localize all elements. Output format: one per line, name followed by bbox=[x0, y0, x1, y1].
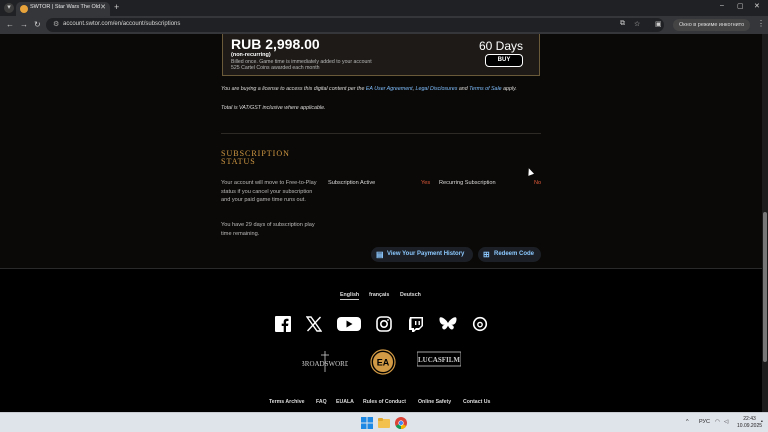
new-tab-button[interactable]: + bbox=[114, 2, 119, 12]
language-english[interactable]: English bbox=[340, 292, 360, 300]
x-icon[interactable] bbox=[306, 316, 322, 332]
url-text: account.swtor.com/en/account/subscriptio… bbox=[63, 21, 181, 27]
input-language[interactable]: РУС bbox=[699, 419, 710, 425]
instagram-icon[interactable] bbox=[376, 316, 392, 332]
translate-icon[interactable]: ⧉ bbox=[620, 20, 625, 28]
chrome-icon[interactable] bbox=[395, 417, 407, 429]
view-payment-history-button[interactable]: ▤ View Your Payment History bbox=[371, 247, 473, 262]
window-close-icon[interactable]: ✕ bbox=[754, 2, 760, 10]
browser-tab[interactable]: SWTOR | Star Wars The Old Re ✕ bbox=[16, 2, 110, 16]
footer-link-euala[interactable]: EUALA bbox=[336, 399, 354, 405]
lucasfilm-logo-text: LUCASFILM bbox=[418, 356, 460, 364]
windows-start-icon[interactable] bbox=[361, 417, 373, 429]
clock-time: 22:43 bbox=[743, 416, 756, 422]
url-field[interactable]: ⚙ account.swtor.com/en/account/subscript… bbox=[46, 18, 664, 32]
scrollbar-thumb[interactable] bbox=[763, 212, 767, 362]
file-explorer-icon[interactable] bbox=[378, 417, 390, 429]
twitch-icon[interactable] bbox=[408, 316, 424, 332]
mouse-cursor bbox=[525, 167, 535, 176]
clock-date: 10.09.2025 bbox=[737, 423, 763, 429]
subscription-active-label: Subscription Active bbox=[328, 180, 376, 186]
ea-logo-text: EA bbox=[377, 358, 390, 368]
swtor-favicon-icon bbox=[20, 5, 28, 13]
license-notice: You are buying a license to access this … bbox=[221, 86, 541, 93]
tab-title: SWTOR | Star Wars The Old Re bbox=[30, 4, 100, 10]
language-french[interactable]: français bbox=[369, 292, 389, 298]
recurring-subscription-label: Recurring Subscription bbox=[439, 180, 496, 186]
legal-prefix: You are buying a license to access this … bbox=[221, 86, 366, 92]
extensions-icon[interactable]: ▣ bbox=[655, 20, 662, 28]
free-to-play-note: Your account will move to Free-to-Play s… bbox=[221, 180, 317, 204]
footer-link-rules-of-conduct[interactable]: Rules of Conduct bbox=[363, 399, 406, 405]
bluesky-icon[interactable] bbox=[439, 316, 457, 332]
subscription-active-value: Yes bbox=[421, 180, 431, 186]
bookmark-star-icon[interactable]: ☆ bbox=[634, 20, 640, 28]
terms-of-sale-link[interactable]: Terms of Sale bbox=[469, 86, 501, 92]
browser-menu-icon[interactable]: ⋮ bbox=[757, 19, 765, 28]
clock[interactable]: 22:43 10.09.2025 bbox=[737, 416, 762, 430]
minimize-icon[interactable]: – bbox=[720, 2, 724, 9]
language-german[interactable]: Deutsch bbox=[400, 292, 421, 298]
back-icon[interactable]: ← bbox=[6, 20, 14, 29]
legal-separator: and bbox=[457, 86, 470, 92]
redeem-code-label: Redeem Code bbox=[494, 251, 535, 257]
address-bar-row: ← → ↻ ⚙ account.swtor.com/en/account/sub… bbox=[0, 16, 768, 34]
ea-logo: EA bbox=[370, 349, 396, 375]
vat-notice: Total is VAT/GST inclusive where applica… bbox=[221, 105, 326, 111]
duration-label: 60 Days bbox=[479, 39, 524, 53]
maximize-icon[interactable]: ▢ bbox=[737, 2, 744, 10]
threads-icon[interactable] bbox=[472, 316, 488, 332]
section-divider bbox=[221, 133, 541, 134]
non-recurring-label: (non-recurring) bbox=[231, 52, 271, 58]
youtube-icon[interactable] bbox=[337, 316, 361, 332]
heading-line-2: STATUS bbox=[221, 157, 256, 166]
purchase-card: RUB 2,998.00 (non-recurring) Billed once… bbox=[222, 34, 540, 76]
broadsword-logo: BROADSWORD bbox=[302, 351, 348, 372]
subscription-status-heading: SUBSCRIPTION STATUS bbox=[221, 150, 290, 166]
volume-icon[interactable]: ◁ bbox=[724, 419, 728, 425]
notifications-icon[interactable]: ▪ bbox=[761, 419, 763, 425]
wifi-icon[interactable]: ◠ bbox=[715, 419, 720, 425]
page-content: RUB 2,998.00 (non-recurring) Billed once… bbox=[0, 34, 762, 412]
tray-chevron-icon[interactable]: ^ bbox=[686, 419, 689, 425]
lucasfilm-logo: LUCASFILM bbox=[417, 351, 461, 367]
gift-icon: ⊞ bbox=[483, 250, 490, 259]
site-info-icon[interactable]: ⚙ bbox=[53, 20, 59, 28]
taskbar: ^ РУС ◠ ◁ 22:43 10.09.2025 ▪ bbox=[0, 412, 768, 432]
page-scrollbar[interactable] bbox=[762, 34, 768, 412]
incognito-badge[interactable]: Окно в режиме инкогнито bbox=[673, 19, 751, 31]
legal-suffix: apply. bbox=[501, 86, 517, 92]
broadsword-logo-text: BROADSWORD bbox=[302, 360, 348, 368]
tab-search-icon[interactable]: ▾ bbox=[4, 3, 14, 13]
footer-link-terms-archive[interactable]: Terms Archive bbox=[269, 399, 304, 405]
reload-icon[interactable]: ↻ bbox=[34, 20, 41, 29]
browser-tab-bar: ▾ SWTOR | Star Wars The Old Re ✕ + – ▢ ✕ bbox=[0, 0, 768, 16]
recurring-subscription-value: No bbox=[534, 180, 542, 186]
ea-user-agreement-link[interactable]: EA User Agreement bbox=[366, 86, 413, 92]
footer: English français Deutsch BROADSWORD EA L… bbox=[0, 268, 762, 412]
redeem-code-button[interactable]: ⊞ Redeem Code bbox=[478, 247, 541, 262]
payment-history-label: View Your Payment History bbox=[387, 251, 465, 257]
forward-icon[interactable]: → bbox=[20, 20, 28, 29]
price: RUB 2,998.00 bbox=[231, 36, 320, 52]
facebook-icon[interactable] bbox=[275, 316, 291, 332]
tab-close-icon[interactable]: ✕ bbox=[100, 3, 106, 11]
footer-link-contact-us[interactable]: Contact Us bbox=[463, 399, 490, 405]
footer-link-faq[interactable]: FAQ bbox=[316, 399, 327, 405]
buy-button[interactable]: BUY bbox=[485, 54, 523, 67]
receipt-icon: ▤ bbox=[376, 250, 384, 259]
legal-disclosures-link[interactable]: Legal Disclosures bbox=[416, 86, 458, 92]
footer-link-online-safety[interactable]: Online Safety bbox=[418, 399, 451, 405]
days-remaining-note: You have 29 days of subscription play ti… bbox=[221, 222, 315, 237]
cartel-coins-note: 525 Cartel Coins awarded each month bbox=[231, 65, 320, 71]
